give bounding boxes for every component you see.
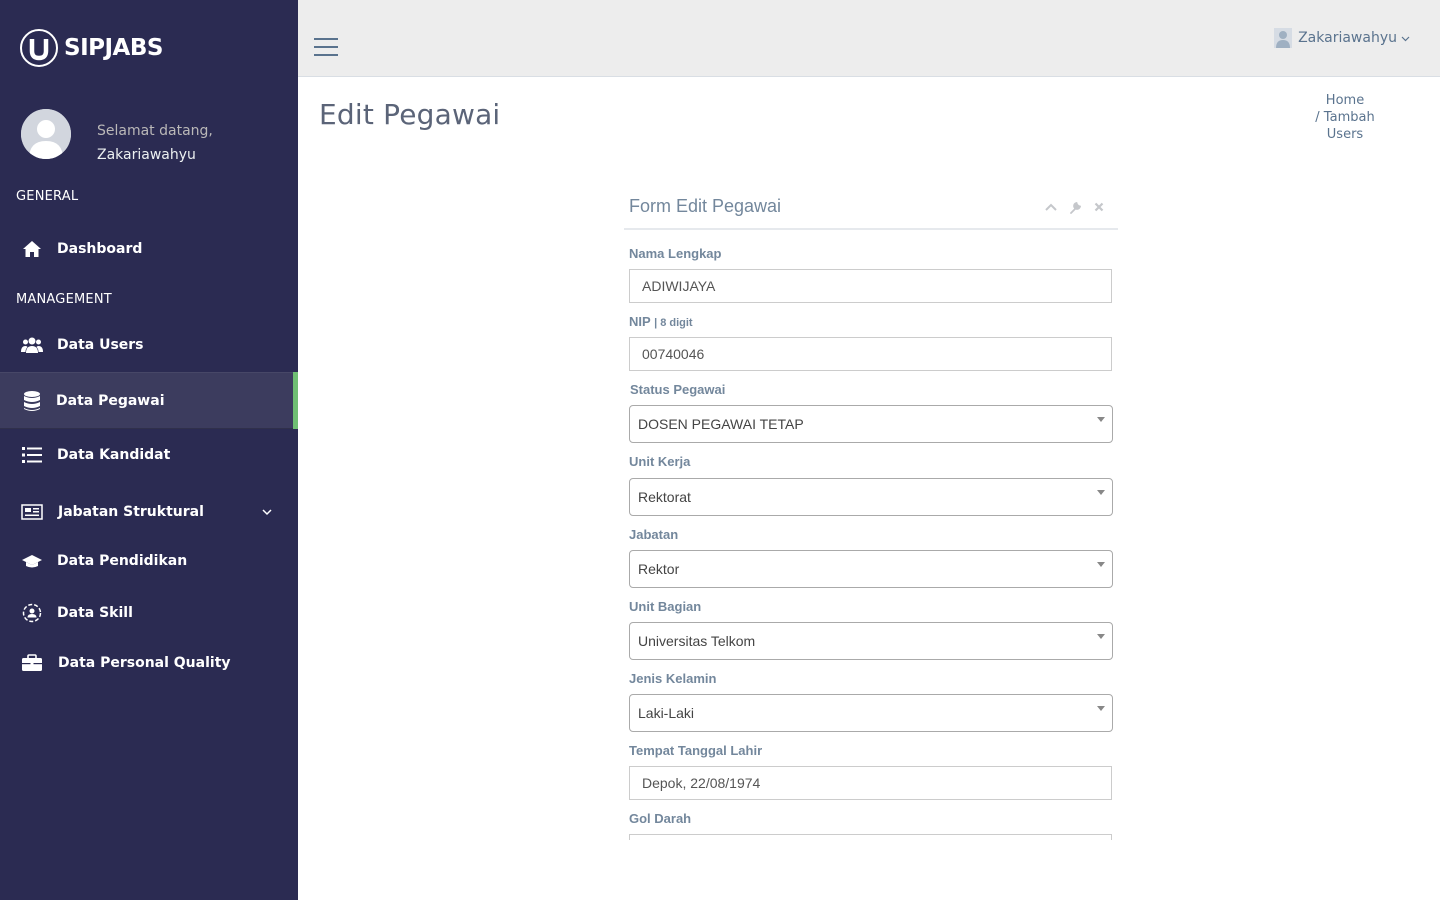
section-title-management: MANAGEMENT [16, 292, 112, 307]
welcome-greeting: Selamat datang, [97, 123, 213, 139]
label-unit-bagian: Unit Bagian [629, 599, 702, 614]
users-icon [21, 334, 43, 356]
sidebar-item-label: Jabatan Struktural [58, 504, 204, 520]
label-status-pegawai: Status Pegawai [630, 382, 726, 397]
sidebar-item-label: Data Pendidikan [57, 553, 188, 569]
sidebar: SIPJABS Selamat datang, Zakariawahyu GEN… [0, 0, 298, 900]
sidebar-item-jabatan-struktural[interactable]: Jabatan Struktural [0, 486, 298, 538]
jenis-kelamin-select[interactable]: Laki-Laki [629, 694, 1113, 732]
home-icon [21, 238, 43, 260]
profile: Selamat datang, Zakariawahyu [21, 109, 291, 169]
user-name: Zakariawahyu [1298, 30, 1397, 46]
sidebar-item-label: Dashboard [57, 241, 143, 257]
label-nama-lengkap: Nama Lengkap [629, 246, 722, 261]
welcome-username: Zakariawahyu [97, 147, 196, 163]
dropdown-arrow-icon [1097, 634, 1105, 639]
label-nip-hint: | 8 digit [654, 317, 693, 329]
unit-bagian-select[interactable]: Universitas Telkom [629, 622, 1113, 660]
sidebar-item-data-pendidikan[interactable]: Data Pendidikan [0, 535, 298, 587]
welcome-text: Selamat datang, Zakariawahyu [97, 119, 213, 167]
gol-darah-input[interactable] [629, 834, 1112, 840]
brand-logo-icon [20, 29, 58, 67]
label-jabatan: Jabatan [629, 527, 679, 542]
user-dropdown[interactable]: Zakariawahyu [1274, 28, 1410, 48]
newspaper-icon [21, 501, 43, 523]
breadcrumb-home[interactable]: Home [1300, 92, 1390, 109]
label-gol-darah: Gol Darah [629, 811, 692, 826]
sidebar-item-label: Data Pegawai [56, 392, 165, 409]
sidebar-item-data-skill[interactable]: Data Skill [0, 587, 298, 639]
label-nip-text: NIP [629, 314, 651, 329]
avatar[interactable] [21, 109, 71, 159]
jabatan-select[interactable]: Rektor [629, 550, 1113, 588]
collapse-icon[interactable] [1044, 200, 1058, 214]
label-nip: NIP | 8 digit [629, 314, 693, 329]
dropdown-arrow-icon [1097, 562, 1105, 567]
dropdown-arrow-icon [1097, 706, 1105, 711]
sidebar-item-dashboard[interactable]: Dashboard [0, 223, 298, 275]
brand[interactable]: SIPJABS [20, 28, 163, 68]
dropdown-arrow-icon [1097, 490, 1105, 495]
breadcrumb-current-rest: Users [1326, 127, 1364, 142]
breadcrumb: Home / Tambah Users [1300, 92, 1390, 143]
unit-kerja-select[interactable]: Rektorat [629, 478, 1113, 516]
breadcrumb-current: / Tambah [1315, 110, 1375, 125]
close-icon[interactable] [1092, 200, 1106, 214]
label-unit-kerja: Unit Kerja [629, 454, 691, 469]
sidebar-item-data-personal-quality[interactable]: Data Personal Quality [0, 637, 298, 689]
dropdown-arrow-icon [1097, 417, 1105, 422]
panel-divider [624, 228, 1118, 230]
graduation-cap-icon [21, 550, 43, 572]
status-pegawai-value: DOSEN PEGAWAI TETAP [638, 416, 804, 432]
user-avatar-icon [1274, 28, 1293, 48]
jabatan-value: Rektor [638, 561, 680, 577]
sidebar-item-data-users[interactable]: Data Users [0, 319, 298, 371]
sidebar-item-label: Data Personal Quality [58, 655, 231, 671]
wrench-icon[interactable] [1068, 200, 1082, 214]
nip-input[interactable]: 00740046 [629, 337, 1112, 371]
label-tempat-tanggal-lahir: Tempat Tanggal Lahir [629, 743, 763, 758]
panel-title: Form Edit Pegawai [629, 196, 782, 216]
chevron-down-icon [262, 505, 272, 519]
sidebar-item-label: Data Users [57, 337, 144, 353]
menu-toggle-icon[interactable] [314, 38, 338, 58]
top-navbar: Zakariawahyu [298, 0, 1440, 77]
jenis-kelamin-value: Laki-Laki [638, 705, 695, 721]
sidebar-item-label: Data Kandidat [57, 447, 171, 463]
panel-tools [1044, 200, 1106, 214]
tempat-tanggal-lahir-input[interactable]: Depok, 22/08/1974 [629, 766, 1112, 800]
sidebar-item-label: Data Skill [57, 605, 133, 621]
chevron-down-icon [1401, 30, 1410, 46]
brand-name: SIPJABS [64, 35, 163, 61]
database-icon [21, 390, 43, 412]
form-panel: Form Edit Pegawai Nama Lengkap ADIWIJAYA… [624, 188, 1118, 840]
section-title-general: GENERAL [16, 189, 79, 204]
sidebar-item-data-pegawai[interactable]: Data Pegawai [0, 372, 298, 429]
unit-bagian-value: Universitas Telkom [638, 633, 756, 649]
nama-lengkap-input[interactable]: ADIWIJAYA [629, 269, 1112, 303]
list-icon [21, 444, 43, 466]
page-title: Edit Pegawai [319, 98, 501, 131]
skill-icon [21, 602, 43, 624]
briefcase-icon [21, 652, 43, 674]
status-pegawai-select[interactable]: DOSEN PEGAWAI TETAP [629, 405, 1113, 443]
label-jenis-kelamin: Jenis Kelamin [629, 671, 717, 686]
unit-kerja-value: Rektorat [638, 489, 691, 505]
sidebar-item-data-kandidat[interactable]: Data Kandidat [0, 429, 298, 481]
